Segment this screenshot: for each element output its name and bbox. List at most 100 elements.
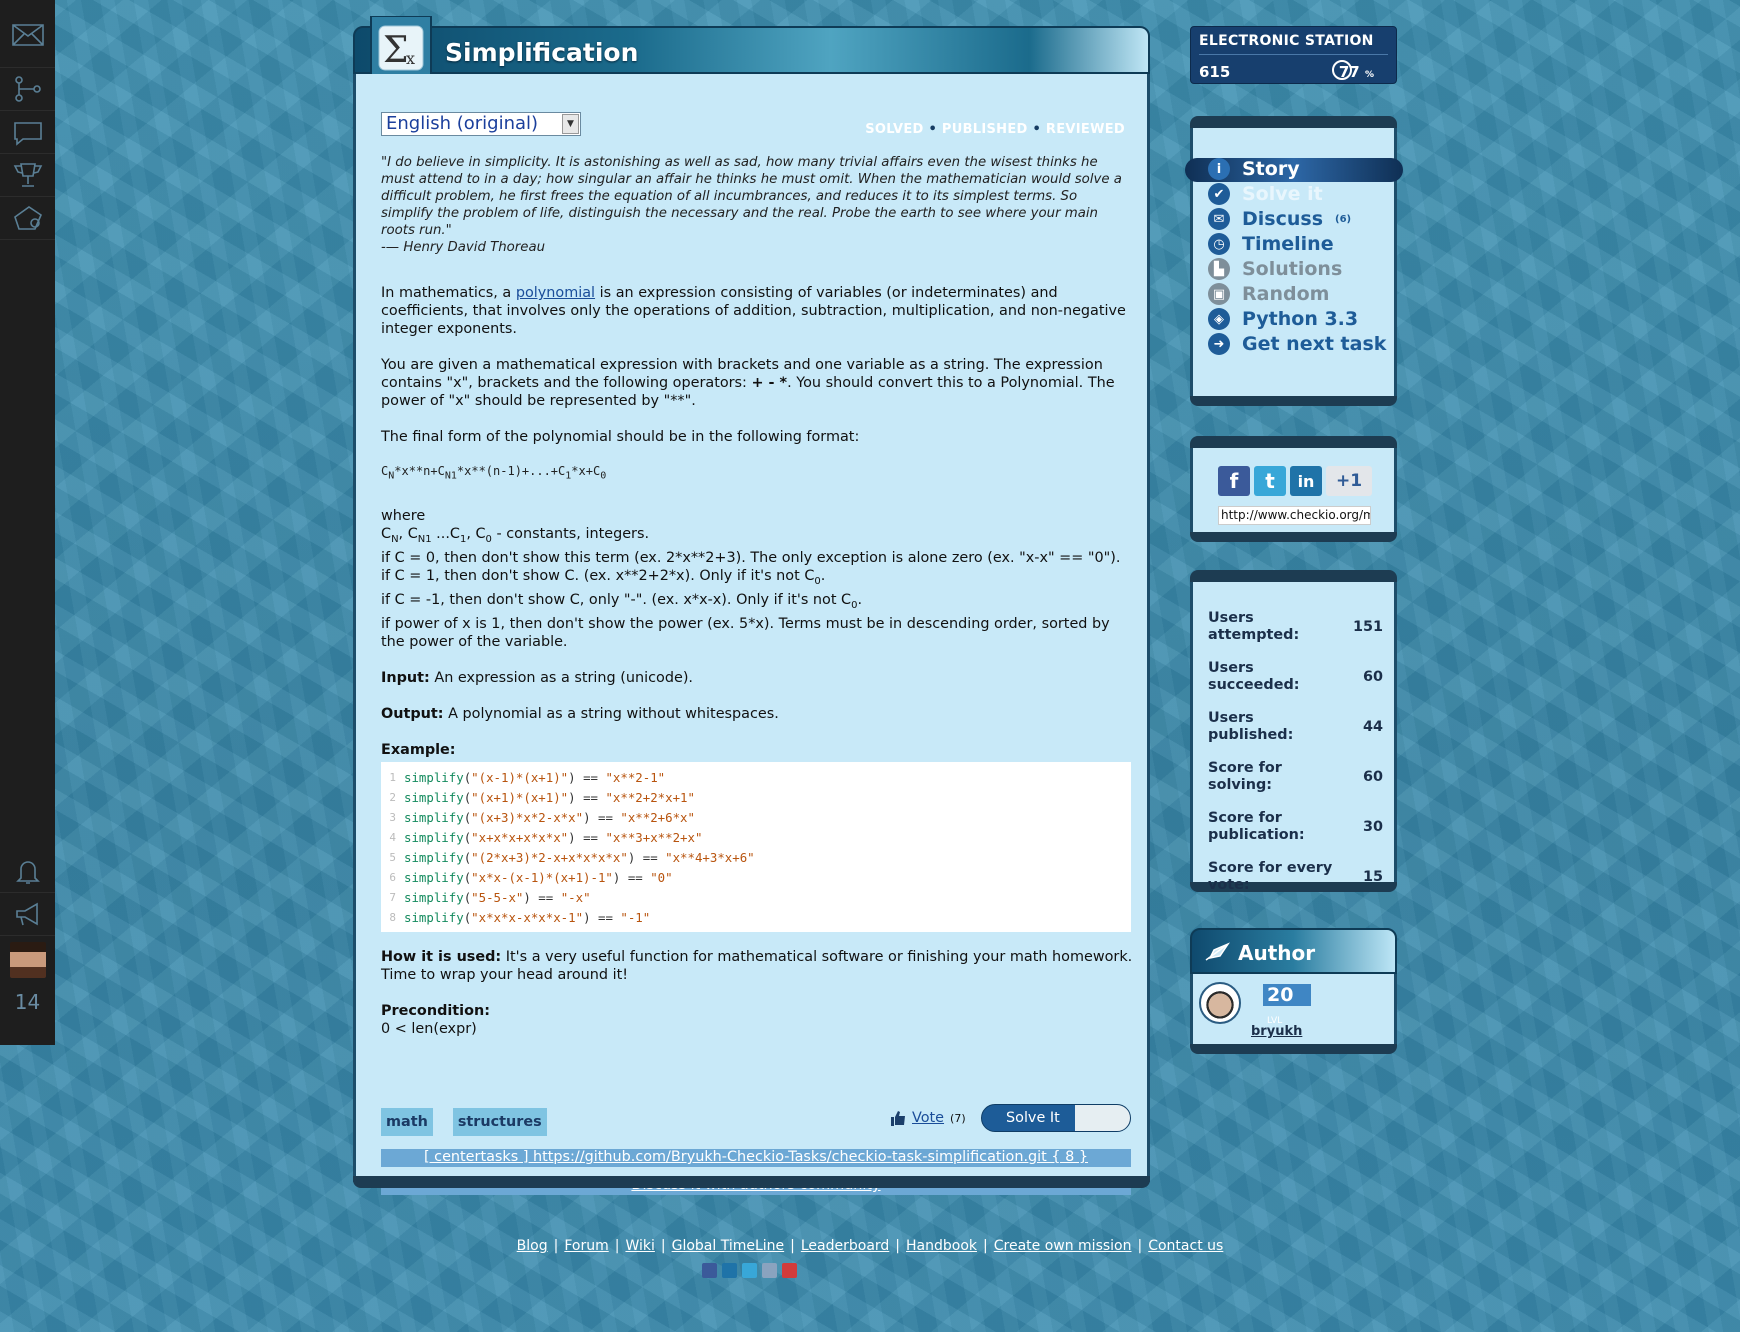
quote-author: -— Henry David Thoreau [381, 240, 546, 255]
mission-header: Simplification [353, 26, 1150, 74]
nav-item-timeline[interactable]: ◷ Timeline [1208, 233, 1334, 255]
chat-icon: ✉ [1208, 208, 1230, 230]
twitter-icon[interactable] [742, 1263, 757, 1278]
facebook-icon[interactable]: f [1218, 466, 1250, 496]
tag-structures[interactable]: structures [452, 1108, 547, 1136]
nav-item-random[interactable]: ▣ Random [1208, 283, 1329, 305]
rule-1: if C = 0, then don't show this term (ex.… [381, 550, 1121, 567]
stat-label: Score for solving: [1208, 760, 1282, 793]
linkedin-icon[interactable]: in [1290, 466, 1322, 496]
stat-value: 60 [1362, 768, 1383, 785]
quill-icon [1205, 942, 1230, 961]
code-line: 6 simplify("x*x-(x-1)*(x+1)-1") == "0" [389, 870, 673, 885]
linkedin-icon[interactable] [722, 1263, 737, 1278]
left-rail: 14 [0, 0, 55, 1045]
footer-link-leaderboard[interactable]: Leaderboard [801, 1238, 889, 1254]
nav-item-discuss[interactable]: ✉ Discuss (6) [1208, 208, 1351, 230]
solve-it-button[interactable]: Solve It [981, 1104, 1131, 1132]
rail-settings[interactable] [0, 197, 55, 240]
notification-count: 14 [14, 990, 41, 1014]
svg-text:Σ: Σ [383, 30, 408, 71]
rail-announcements[interactable] [0, 893, 55, 936]
tag-math[interactable]: math [381, 1108, 433, 1136]
trophy-icon [13, 163, 42, 187]
station-score: 615 [1199, 63, 1231, 81]
arrow-icon: ➜ [1208, 333, 1230, 355]
gplus-icon[interactable]: +1 [1326, 466, 1372, 496]
stat-row: Score for every vote: 15 [1208, 860, 1383, 894]
mission-status: SOLVED • PUBLISHED • REVIEWED [865, 122, 1125, 137]
input-text: Input: An expression as a string (unicod… [381, 670, 694, 687]
stat-row: Users succeeded: 60 [1208, 660, 1383, 694]
twitter-icon[interactable]: t [1254, 466, 1286, 496]
footer-link-forum[interactable]: Forum [564, 1238, 608, 1254]
chevron-down-icon[interactable]: ▼ [562, 114, 579, 134]
share-url-field[interactable]: http://www.checkio.org/mis [1218, 506, 1371, 525]
vote-control[interactable]: Vote (7) [890, 1109, 966, 1127]
footer-link-handbook[interactable]: Handbook [906, 1238, 977, 1254]
podium-icon: ▙ [1208, 258, 1230, 280]
mission-extra: How it is used: It's a very useful funct… [381, 948, 1133, 1038]
repo-link[interactable]: [ centertasks ] https://github.com/Bryuk… [424, 1149, 1088, 1165]
site-footer: Blog | Forum | Wiki | Global TimeLine | Leaderbo… [516, 1238, 1224, 1254]
precondition-text: 0 < len(expr) [381, 1021, 477, 1037]
facebook-icon[interactable] [702, 1263, 717, 1278]
nav-item-python-3-3[interactable]: ◈ Python 3.3 [1208, 308, 1358, 330]
polynomial-link[interactable]: polynomial [516, 285, 595, 301]
where-text: where [381, 508, 426, 525]
rule-4: if power of x is 1, then don't show the … [381, 616, 1110, 651]
rail-home[interactable] [0, 0, 55, 68]
stat-label: Users published: [1208, 710, 1294, 743]
rail-trophy[interactable] [0, 154, 55, 197]
author-name-link[interactable]: bryukh [1251, 1024, 1302, 1039]
mail-icon[interactable] [782, 1263, 797, 1278]
github-icon[interactable] [762, 1263, 777, 1278]
nav-item-story[interactable]: i Story [1208, 158, 1300, 180]
author-panel: Author 20 LVL bryukh [1190, 928, 1397, 1054]
author-avatar[interactable] [1199, 982, 1241, 1024]
nav-item-solutions[interactable]: ▙ Solutions [1208, 258, 1342, 280]
stat-value: 15 [1362, 868, 1383, 885]
code-example: 1 simplify("(x-1)*(x+1)") == "x**2-1" 2 sim… [381, 762, 1131, 932]
author-level: 20 LVL [1263, 984, 1311, 1026]
rail-notifications[interactable] [0, 850, 55, 893]
nav-item-get-next-task[interactable]: ➜ Get next task [1208, 333, 1386, 355]
rule-3: if C = -1, then don't show C, only "-". … [381, 592, 863, 612]
code-line: 7 simplify("5-5-x") == "-x" [389, 890, 591, 905]
footer-social-icons [702, 1263, 797, 1278]
mission-nav: i Story ✔ Solve it ✉ Discuss (6) ◷ Timeline ▙ Sol… [1185, 116, 1403, 406]
footer-link-contact-us[interactable]: Contact us [1148, 1238, 1223, 1254]
example-label: Example: [381, 742, 456, 759]
envelope-icon [11, 23, 44, 46]
stat-label: Users attempted: [1208, 610, 1300, 643]
rail-map[interactable] [0, 68, 55, 111]
output-text: Output: A polynomial as a string without… [381, 706, 779, 723]
stat-label: Score for every vote: [1208, 860, 1333, 893]
chat-icon [13, 122, 42, 146]
settings-icon [13, 206, 42, 230]
info-icon: i [1208, 158, 1230, 180]
vote-link[interactable]: Vote [912, 1110, 944, 1126]
language-value: English (original) [386, 113, 539, 134]
stat-value: 151 [1352, 618, 1383, 635]
rail-chat[interactable] [0, 111, 55, 154]
stat-row: Score for solving: 60 [1208, 760, 1383, 794]
nav-item-solve-it[interactable]: ✔ Solve it [1208, 183, 1323, 205]
language-select[interactable]: English (original) ▼ [381, 112, 581, 136]
code-line: 3 simplify("(x+3)*x*2-x*x") == "x**2+6*x" [389, 810, 695, 825]
footer-link-global-timeline[interactable]: Global TimeLine [672, 1238, 785, 1254]
rule-2: if C = 1, then don't show C. (ex. x**2+2… [381, 568, 826, 588]
station-divider [1199, 54, 1388, 55]
stat-row: Users attempted: 151 [1208, 610, 1383, 644]
user-avatar[interactable] [9, 942, 46, 978]
map-icon [14, 76, 41, 102]
bell-icon [15, 861, 40, 884]
mission-panel-footer [353, 1176, 1150, 1188]
code-line: 5 simplify("(2*x+3)*2-x+x*x*x*x") == "x**… [389, 850, 755, 865]
station-card[interactable]: ELECTRONIC STATION 615 77 % [1190, 26, 1397, 84]
station-percent: 77 % [1338, 63, 1374, 81]
final-form-text: The final form of the polynomial should … [381, 429, 860, 445]
footer-link-wiki[interactable]: Wiki [625, 1238, 654, 1254]
footer-link-create-own-mission[interactable]: Create own mission [994, 1238, 1132, 1254]
footer-link-blog[interactable]: Blog [517, 1238, 548, 1254]
